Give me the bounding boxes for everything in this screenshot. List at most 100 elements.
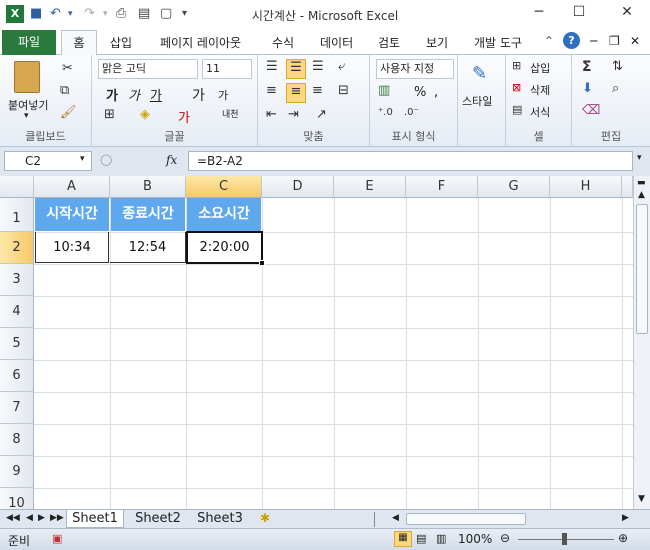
close-workbook-icon[interactable]: ✕ bbox=[630, 34, 640, 48]
insert-function-button[interactable]: fx bbox=[166, 153, 177, 167]
shrink-font-button[interactable]: 가 bbox=[218, 87, 228, 103]
expand-formula-bar-icon[interactable]: ▾ bbox=[637, 153, 642, 163]
delete-cells-button[interactable]: 삭제 bbox=[530, 82, 550, 98]
bold-button[interactable]: 가 bbox=[106, 85, 118, 104]
tab-split-handle[interactable] bbox=[374, 512, 386, 527]
formula-bar-handle-icon[interactable]: ◯ bbox=[100, 153, 112, 166]
name-box[interactable]: C2 bbox=[4, 151, 92, 171]
insert-cells-icon[interactable]: ⊞ bbox=[512, 59, 521, 72]
first-sheet-icon[interactable]: ◀◀ bbox=[6, 513, 20, 523]
font-size-select[interactable]: 11 bbox=[202, 59, 252, 79]
orientation-icon[interactable]: ↗ bbox=[316, 107, 327, 122]
autosum-icon[interactable]: Σ bbox=[582, 59, 592, 75]
grow-font-button[interactable]: 가 bbox=[192, 85, 205, 105]
sheet-tab-2[interactable]: Sheet2 bbox=[130, 510, 186, 528]
row-header-4[interactable]: 4 bbox=[0, 296, 34, 328]
vertical-scrollbar[interactable]: ▬ ▲ ▼ bbox=[633, 176, 650, 509]
tab-developer[interactable]: 개발 도구 bbox=[474, 34, 522, 51]
tab-data[interactable]: 데이터 bbox=[320, 34, 353, 51]
macro-record-icon[interactable]: ▣ bbox=[52, 532, 62, 545]
cell-b1[interactable]: 종료시간 bbox=[111, 198, 185, 231]
insert-cells-button[interactable]: 삽입 bbox=[530, 60, 550, 76]
tab-formulas[interactable]: 수식 bbox=[272, 34, 294, 51]
horizontal-scroll-thumb[interactable] bbox=[406, 513, 526, 525]
tab-home[interactable]: 홈 bbox=[61, 30, 97, 56]
copy-icon[interactable]: ⧉ bbox=[60, 83, 69, 98]
scroll-up-icon[interactable]: ▲ bbox=[638, 190, 645, 200]
styles-icon[interactable]: ✎ bbox=[472, 63, 487, 84]
column-header-e[interactable]: E bbox=[334, 176, 406, 198]
cell-b2[interactable]: 12:54 bbox=[110, 232, 186, 263]
insert-sheet-icon[interactable]: ✱ bbox=[260, 511, 270, 525]
format-painter-icon[interactable]: 🖌 bbox=[60, 105, 77, 120]
tab-page-layout[interactable]: 페이지 레이아웃 bbox=[160, 34, 241, 51]
scroll-left-icon[interactable]: ◀ bbox=[392, 513, 399, 523]
number-format-select[interactable]: 사용자 지정 bbox=[376, 59, 454, 79]
cell-c1[interactable]: 소요시간 bbox=[187, 198, 261, 231]
paste-dropdown-icon[interactable]: ▾ bbox=[24, 111, 29, 121]
column-header-h[interactable]: H bbox=[550, 176, 622, 198]
column-header-d[interactable]: D bbox=[262, 176, 334, 198]
normal-view-icon[interactable]: ▦ bbox=[394, 531, 412, 547]
last-sheet-icon[interactable]: ▶▶ bbox=[50, 513, 64, 523]
fill-icon[interactable]: ⬇ bbox=[582, 81, 593, 96]
prev-sheet-icon[interactable]: ◀ bbox=[26, 513, 33, 523]
tab-review[interactable]: 검토 bbox=[378, 34, 400, 51]
increase-decimal-icon[interactable]: ⁺.0 bbox=[378, 107, 393, 118]
select-all-corner[interactable] bbox=[0, 176, 34, 198]
align-bottom-icon[interactable]: ☰ bbox=[312, 59, 324, 74]
cut-icon[interactable]: ✂ bbox=[62, 61, 73, 76]
find-select-icon[interactable]: ⌕ bbox=[612, 81, 619, 96]
paste-icon[interactable] bbox=[14, 61, 40, 93]
column-header-i[interactable] bbox=[622, 176, 633, 198]
align-top-icon[interactable]: ☰ bbox=[266, 59, 278, 74]
zoom-slider-thumb[interactable] bbox=[562, 533, 567, 545]
column-header-b[interactable]: B bbox=[110, 176, 186, 198]
clear-icon[interactable]: ⌫ bbox=[582, 103, 600, 118]
align-center-icon[interactable]: ≡ bbox=[286, 83, 306, 103]
cell-a1[interactable]: 시작시간 bbox=[35, 198, 109, 231]
fill-handle[interactable] bbox=[259, 260, 265, 266]
row-header-8[interactable]: 8 bbox=[0, 424, 34, 456]
format-cells-button[interactable]: 서식 bbox=[530, 104, 550, 120]
maximize-icon[interactable]: ☐ bbox=[566, 4, 592, 26]
underline-button[interactable]: 가 bbox=[150, 85, 162, 104]
format-cells-icon[interactable]: ▤ bbox=[512, 103, 522, 116]
column-header-g[interactable]: G bbox=[478, 176, 550, 198]
zoom-in-icon[interactable]: ⊕ bbox=[618, 531, 628, 545]
split-handle-icon[interactable]: ▬ bbox=[637, 178, 646, 188]
tab-file[interactable]: 파일 bbox=[2, 30, 56, 55]
align-middle-icon[interactable]: ☰ bbox=[286, 59, 306, 79]
zoom-level[interactable]: 100% bbox=[458, 532, 492, 546]
row-header-2[interactable]: 2 bbox=[0, 232, 34, 264]
row-header-6[interactable]: 6 bbox=[0, 360, 34, 392]
row-header-10[interactable]: 10 bbox=[0, 488, 34, 509]
accounting-format-icon[interactable]: ▥ bbox=[378, 83, 390, 98]
zoom-out-icon[interactable]: ⊖ bbox=[500, 531, 510, 545]
fill-color-icon[interactable]: ◈ bbox=[140, 107, 150, 122]
restore-workbook-icon[interactable]: ❐ bbox=[609, 34, 620, 48]
minimize-icon[interactable]: ─ bbox=[526, 4, 552, 26]
percent-button[interactable]: % bbox=[414, 85, 426, 100]
border-icon[interactable]: ⊞ bbox=[104, 107, 115, 122]
name-box-dropdown-icon[interactable]: ▾ bbox=[80, 154, 85, 164]
delete-cells-icon[interactable]: ⊠ bbox=[512, 81, 521, 94]
sheet-tab-1[interactable]: Sheet1 bbox=[66, 510, 124, 528]
row-header-9[interactable]: 9 bbox=[0, 456, 34, 488]
formula-input[interactable]: =B2-A2 bbox=[188, 151, 633, 171]
merge-center-icon[interactable]: ⊟ bbox=[338, 83, 349, 98]
scroll-down-icon[interactable]: ▼ bbox=[638, 494, 645, 504]
help-icon[interactable]: ? bbox=[563, 32, 580, 49]
row-header-3[interactable]: 3 bbox=[0, 264, 34, 296]
vertical-scroll-thumb[interactable] bbox=[636, 204, 648, 334]
minimize-ribbon-icon[interactable]: ⌃ bbox=[544, 34, 554, 48]
next-sheet-icon[interactable]: ▶ bbox=[38, 513, 45, 523]
phonetic-button[interactable]: 내천 bbox=[222, 107, 239, 120]
styles-button[interactable]: 스타일 bbox=[462, 93, 492, 109]
worksheet-grid[interactable]: A B C D E F G H 1 2 3 4 5 6 7 8 9 10 시작시… bbox=[0, 176, 633, 509]
sheet-tab-3[interactable]: Sheet3 bbox=[192, 510, 248, 528]
wrap-text-icon[interactable]: ⤶ bbox=[338, 59, 345, 74]
comma-style-button[interactable]: , bbox=[434, 85, 438, 100]
row-header-1[interactable]: 1 bbox=[0, 198, 34, 232]
tab-view[interactable]: 보기 bbox=[426, 34, 448, 51]
